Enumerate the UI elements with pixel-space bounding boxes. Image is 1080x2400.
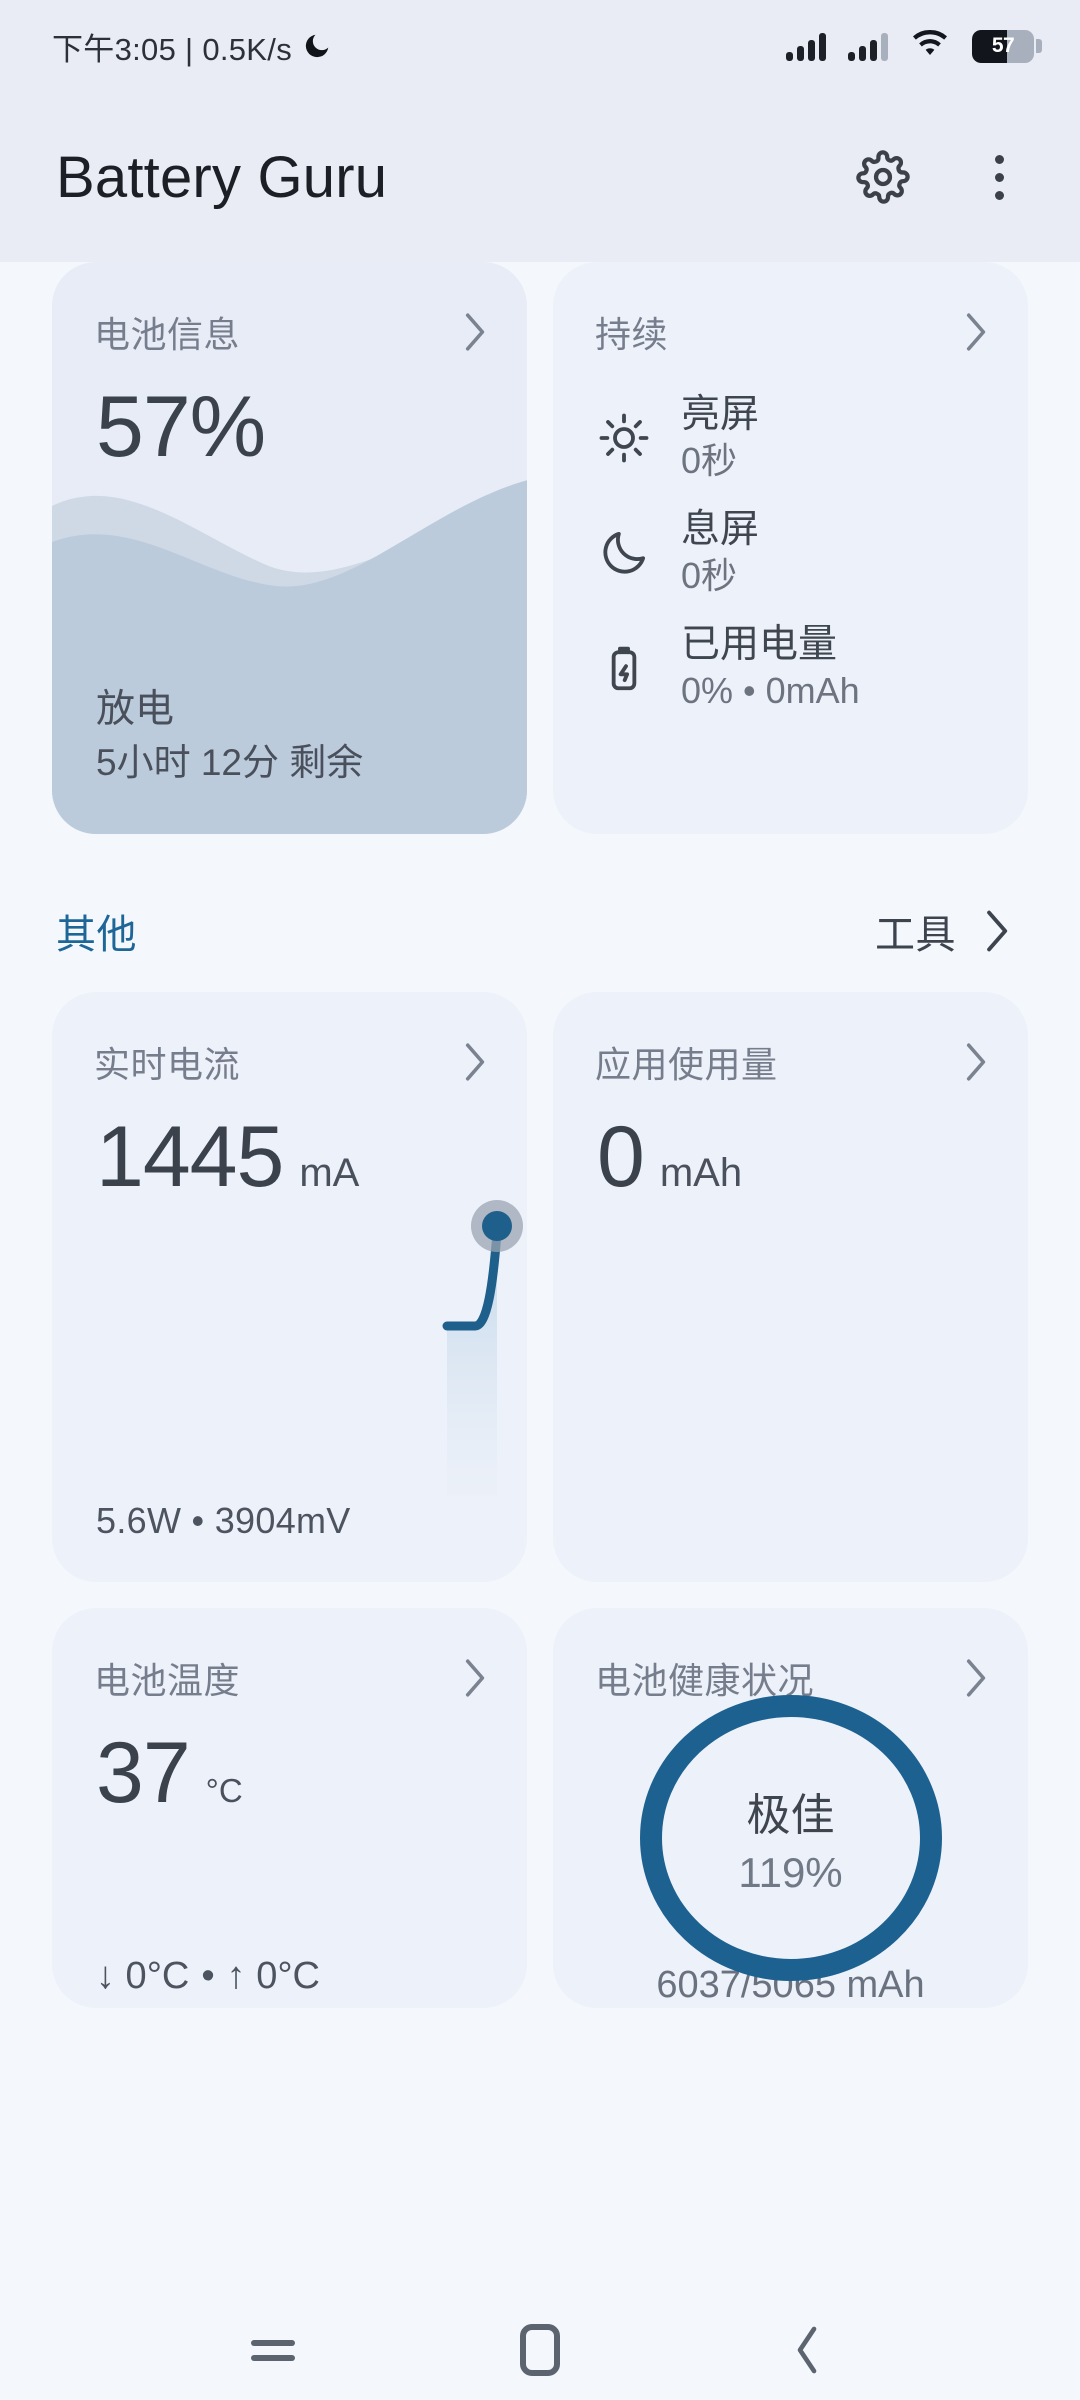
current-sparkline-chart	[442, 1200, 523, 1496]
card-title: 电池信息	[94, 314, 241, 355]
current-number: 1445	[96, 1109, 284, 1205]
health-percent-label: 119%	[738, 1849, 843, 1896]
chevron-right-icon[interactable]	[962, 311, 988, 353]
back-chevron-icon[interactable]	[752, 2310, 862, 2390]
app-bar-actions	[846, 140, 1036, 214]
battery-remaining-label: 5小时 12分 剩余	[96, 742, 364, 784]
chevron-right-icon[interactable]	[962, 1657, 988, 1699]
duration-value: 0秒	[681, 554, 738, 596]
section-tab-other[interactable]: 其他	[56, 902, 137, 960]
status-clock: 下午3:05 | 0.5K/s	[52, 31, 292, 67]
battery-health-card[interactable]: 电池健康状况 极佳 119% 6037/5065 mAh	[553, 1608, 1028, 2008]
section-header-row: 其他 工具	[0, 858, 1080, 994]
tools-link[interactable]: 工具	[875, 902, 1010, 960]
app-bar: Battery Guru	[0, 92, 1080, 262]
battery-info-card-header: 电池信息	[52, 262, 527, 358]
navigation-bar	[0, 2300, 1080, 2400]
recents-menu-icon[interactable]	[218, 2310, 328, 2390]
card-title: 应用使用量	[595, 1044, 778, 1085]
battery-status-label: 放电	[96, 687, 175, 731]
tools-label: 工具	[875, 913, 956, 957]
gear-icon[interactable]	[846, 140, 920, 214]
temperature-max-label: ↑ 0°C	[226, 1955, 320, 1997]
duration-label: 息屏	[681, 507, 760, 551]
current-footer: 5.6W • 3904mV	[96, 1500, 351, 1541]
duration-card[interactable]: 持续 亮屏 0秒 息屏 0秒 已用电量 0% • 0mAh	[553, 262, 1028, 834]
health-ring-text: 极佳 119%	[553, 1712, 1028, 1964]
temperature-value: 37 °C	[52, 1704, 527, 1816]
realtime-current-card[interactable]: 实时电流 1445 mA 5.6W • 3904mV	[52, 992, 527, 1582]
card-title: 持续	[595, 314, 669, 355]
battery-temperature-card-header: 电池温度	[52, 1608, 527, 1704]
duration-text-screen-off: 息屏 0秒	[681, 507, 759, 600]
duration-row-used-capacity: 已用电量 0% • 0mAh	[593, 622, 998, 715]
app-usage-card[interactable]: 应用使用量 0 mAh	[553, 992, 1028, 1582]
sun-icon	[593, 407, 655, 469]
crescent-moon-icon	[302, 31, 332, 61]
duration-value: 0秒	[681, 440, 738, 482]
app-usage-number: 0	[597, 1109, 645, 1205]
phone-screen: 流星社区·bbs.liuxingw.com 下午3:05 | 0.5K/s	[0, 0, 1080, 2400]
current-value: 1445 mA	[52, 1088, 527, 1200]
temperature-minmax: ↓ 0°C • ↑ 0°C	[52, 1955, 527, 2008]
wifi-icon	[910, 29, 950, 64]
battery-percent-value: 57%	[52, 358, 527, 470]
temperature-unit: °C	[205, 1772, 243, 1809]
duration-row-screen-off: 息屏 0秒	[593, 507, 998, 600]
battery-percent-number: 57%	[96, 379, 266, 475]
status-bar-left: 下午3:05 | 0.5K/s	[52, 24, 332, 69]
battery-health-ring: 极佳 119%	[553, 1695, 1028, 1981]
battery-temperature-card[interactable]: 电池温度 37 °C ↓ 0°C • ↑ 0°C	[52, 1608, 527, 2008]
app-usage-value: 0 mAh	[553, 1088, 1028, 1200]
battery-icon: 57	[972, 29, 1042, 63]
chevron-right-icon[interactable]	[461, 311, 487, 353]
app-usage-card-header: 应用使用量	[553, 992, 1028, 1088]
status-bar: 下午3:05 | 0.5K/s 57	[0, 0, 1080, 92]
duration-row-screen-on: 亮屏 0秒	[593, 392, 998, 485]
three-dot-menu-icon[interactable]	[962, 140, 1036, 214]
chevron-right-icon[interactable]	[982, 908, 1010, 954]
duration-text-screen-on: 亮屏 0秒	[681, 392, 759, 485]
app-usage-unit: mAh	[659, 1151, 743, 1195]
chevron-right-icon[interactable]	[962, 1041, 988, 1083]
duration-card-header: 持续	[553, 262, 1028, 358]
realtime-current-card-header: 实时电流	[52, 992, 527, 1088]
chevron-right-icon[interactable]	[461, 1041, 487, 1083]
battery-bolt-icon	[593, 637, 655, 699]
status-bar-right: 57	[786, 29, 1042, 64]
duration-label: 亮屏	[681, 393, 760, 436]
temperature-separator: •	[201, 1955, 215, 1997]
temperature-min-label: ↓ 0°C	[96, 1955, 190, 1997]
battery-info-card[interactable]: 电池信息 57% 放电 5小时 12分 剩余	[52, 262, 527, 834]
battery-percent-label: 57	[991, 34, 1015, 57]
duration-list: 亮屏 0秒 息屏 0秒 已用电量 0% • 0mAh	[553, 358, 1028, 714]
right-column: 持续 亮屏 0秒 息屏 0秒 已用电量 0% • 0mAh 应用使用量 0 mA…	[553, 262, 1028, 2008]
duration-label: 已用电量	[681, 622, 838, 666]
duration-text-used-capacity: 已用电量 0% • 0mAh	[681, 622, 860, 715]
scroll-content[interactable]: 电池信息 57% 放电 5小时 12分 剩余 实时电流 1445 mA 5.6W…	[0, 262, 1080, 2300]
temperature-number: 37	[96, 1725, 191, 1821]
home-square-icon[interactable]	[485, 2310, 595, 2390]
signal-bars-icon	[848, 31, 888, 61]
signal-bars-icon	[786, 31, 826, 61]
card-title: 实时电流	[94, 1044, 241, 1085]
top-card-grid: 电池信息 57% 放电 5小时 12分 剩余 实时电流 1445 mA 5.6W…	[0, 262, 1080, 2008]
moon-icon	[593, 522, 655, 584]
page-title: Battery Guru	[56, 144, 388, 210]
left-column: 电池信息 57% 放电 5小时 12分 剩余 实时电流 1445 mA 5.6W…	[52, 262, 527, 2008]
chevron-right-icon[interactable]	[461, 1657, 487, 1699]
battery-status-block: 放电 5小时 12分 剩余	[52, 684, 527, 834]
card-title: 电池温度	[94, 1660, 241, 1701]
health-grade-label: 极佳	[746, 1791, 835, 1840]
current-unit: mA	[299, 1151, 360, 1195]
duration-value: 0% • 0mAh	[681, 669, 860, 711]
